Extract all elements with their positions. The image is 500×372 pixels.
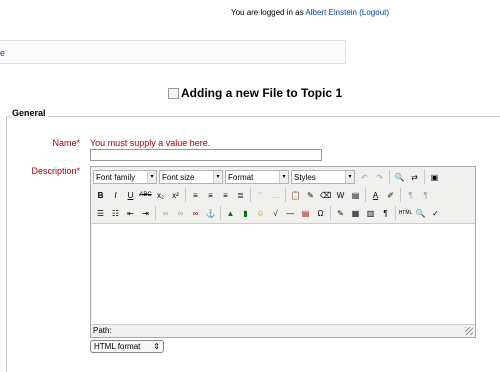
align-left-icon[interactable]: ≡ [188,188,203,203]
name-error-message: You must supply a value here. [90,138,211,148]
select-all-icon[interactable]: ▤ [348,188,363,203]
bold-icon[interactable]: B [93,188,108,203]
ltr-icon[interactable]: ¶ [403,188,418,203]
pilcrow-icon[interactable]: ¶ [378,206,393,221]
align-center-icon[interactable]: ≡ [203,188,218,203]
font-family-select[interactable]: Font family ▾ [93,170,157,184]
cite-icon[interactable]: “ [253,188,268,203]
italic-icon[interactable]: I [108,188,123,203]
chevron-updown-icon: ⇕ [153,342,160,351]
module-icon [168,87,179,99]
omega-icon[interactable]: Ω [313,206,328,221]
html-source-icon[interactable]: HTML [398,206,413,221]
toolbar-row-3: ☰ ☷ ⇤ ⇥ ∞ ∞ ∞ ⚓ ▲ ▮ ☺ √ — ▤ Ω ✎ ▦ ▥ ¶ HT… [93,204,443,222]
fullscreen-icon[interactable]: ▣ [427,170,442,185]
styles-select[interactable]: Styles ▾ [291,170,355,184]
image-icon[interactable]: ▲ [223,206,238,221]
emoticon-icon[interactable]: ☺ [253,206,268,221]
resize-handle-icon[interactable] [465,327,473,335]
user-profile-link[interactable]: Albert Einstein [305,8,357,17]
indent-icon[interactable]: ⇥ [138,206,153,221]
subscript-icon[interactable]: x₂ [153,188,168,203]
font-size-select[interactable]: Font size ▾ [159,170,223,184]
highlight-color-icon[interactable]: ✐ [383,188,398,203]
format-select[interactable]: Format ▾ [225,170,289,184]
replace-icon[interactable]: ⇄ [407,170,422,185]
required-marker: * [76,166,80,176]
spell-dropdown-icon[interactable]: ✓ [428,206,443,221]
navigation-bar: e [0,40,346,64]
show-blocks-icon[interactable]: ▥ [363,206,378,221]
paste-word-icon[interactable]: W [333,188,348,203]
search-replace-icon[interactable]: 🔍 [413,206,428,221]
text-color-icon[interactable]: A [368,188,383,203]
toolbar-row-1: Font family ▾ Font size ▾ Format ▾ Styles ▾ … [93,168,442,186]
spellcheck-icon[interactable]: ✎ [333,206,348,221]
media-icon[interactable]: ▮ [238,206,253,221]
eraser-icon[interactable]: ⌫ [318,188,333,203]
strikethrough-icon[interactable]: ABC [138,188,153,203]
toolbar-row-2: B I U ABC x₂ x² ≡ ≡ ≡ ≣ “ … 📋 ✎ ⌫ W ▤ A … [93,186,433,204]
description-label: Description* [31,166,80,176]
anchor-icon[interactable]: ⚓ [203,206,218,221]
page-title: Adding a new File to Topic 1 [168,86,342,100]
align-right-icon[interactable]: ≡ [218,188,233,203]
find-icon[interactable]: 🔍 [392,170,407,185]
paste-text-icon[interactable]: 📋 [288,188,303,203]
login-info: You are logged in as Albert Einstein (Lo… [230,8,390,17]
equation-icon[interactable]: √ [268,206,283,221]
name-label: Name* [52,138,80,148]
rich-text-editor: Font family ▾ Font size ▾ Format ▾ Styles ▾ … [90,166,476,338]
superscript-icon[interactable]: x² [168,188,183,203]
undo-icon[interactable]: ↶ [357,170,372,185]
underline-icon[interactable]: U [123,188,138,203]
outdent-icon[interactable]: ⇤ [123,206,138,221]
logout-link[interactable]: (Logout) [359,8,389,17]
redo-icon[interactable]: ↷ [372,170,387,185]
editor-path: Path: [93,326,112,335]
bullet-list-icon[interactable]: ☰ [93,206,108,221]
link-icon[interactable]: ∞ [158,206,173,221]
table-icon[interactable]: ▦ [348,206,363,221]
editor-content-area[interactable] [92,223,475,325]
text-format-select[interactable]: HTML format ⇕ [90,340,164,353]
special-char-icon[interactable]: ▤ [298,206,313,221]
abbr-icon[interactable]: … [268,188,283,203]
clean-format-icon[interactable]: ✎ [303,188,318,203]
required-marker: * [76,138,80,148]
align-justify-icon[interactable]: ≣ [233,188,248,203]
section-legend: General [10,108,48,118]
numbered-list-icon[interactable]: ☷ [108,206,123,221]
horizontal-rule-icon[interactable]: — [283,206,298,221]
unlink-icon[interactable]: ∞ [173,206,188,221]
breadcrumb-link[interactable]: e [0,48,5,58]
name-input[interactable] [90,149,322,161]
nolink-icon[interactable]: ∞ [188,206,203,221]
rtl-icon[interactable]: ¶ [418,188,433,203]
